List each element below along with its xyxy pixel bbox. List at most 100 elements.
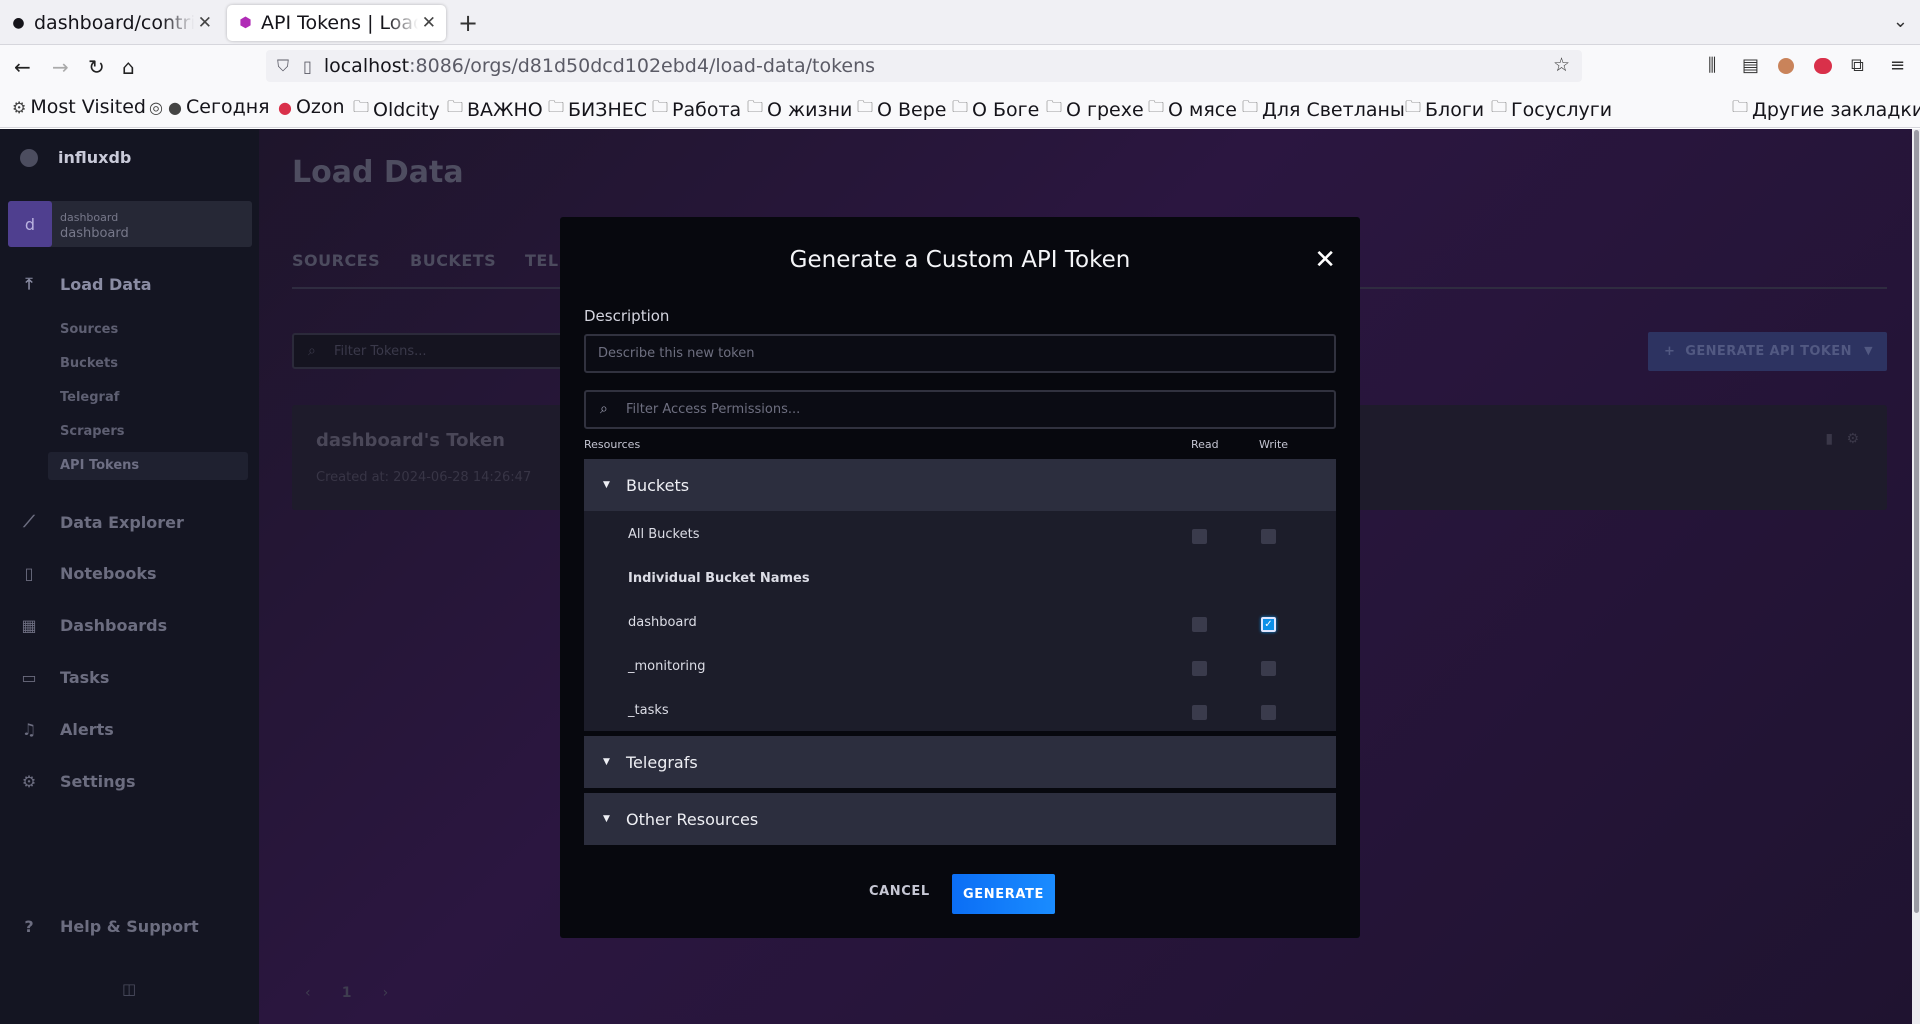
tab-list-chevron-icon[interactable]: ⌄ — [1893, 11, 1908, 32]
sidebar-item-label: Tasks — [60, 668, 110, 687]
all-buckets-write-checkbox[interactable] — [1261, 529, 1276, 544]
bookmark-folder[interactable]: 🗀 Для Светланы — [1242, 96, 1405, 123]
filter-tokens-input[interactable]: ⌕ Filter Tokens... — [292, 333, 582, 369]
next-page-icon[interactable]: › — [383, 985, 389, 1001]
bell-icon: ♫ — [21, 720, 37, 739]
other-resources-section-header[interactable]: ▼ Other Resources — [584, 793, 1336, 845]
bucket-write-checkbox[interactable]: ✓ — [1261, 617, 1276, 632]
close-tab-icon[interactable]: ✕ — [198, 13, 212, 33]
browser-tab-github[interactable]: ● dashboard/contrib/ ✕ — [0, 5, 222, 41]
column-write: Write — [1259, 438, 1289, 451]
bucket-write-checkbox[interactable] — [1261, 661, 1276, 676]
tab-buckets[interactable]: BUCKETS — [410, 251, 496, 270]
bookmark-today[interactable]: ◎ ● Сегодня — [149, 96, 270, 118]
bookmark-ozon[interactable]: ● Ozon — [278, 96, 345, 118]
bookmark-folder[interactable]: 🗀 Работа — [652, 96, 741, 123]
gear-icon: ⚙ — [12, 97, 27, 117]
page-icon: ▯ — [303, 56, 312, 76]
sidebar-item-load-data[interactable]: ⤒ Load Data — [20, 274, 151, 294]
bucket-read-checkbox[interactable] — [1192, 617, 1207, 632]
tab-sources[interactable]: SOURCES — [292, 251, 380, 270]
filter-permissions-field[interactable]: ⌕ — [584, 390, 1336, 429]
bookmark-folder[interactable]: 🗀 О мясе — [1148, 96, 1237, 123]
cancel-button[interactable]: CANCEL — [869, 884, 930, 899]
bucket-row-label: _monitoring — [628, 659, 706, 674]
adblock-extension-icon[interactable] — [1814, 58, 1832, 74]
org-switcher[interactable]: d dashboard dashboard — [8, 201, 252, 247]
bookmark-folder[interactable]: 🗀 О грехе — [1046, 96, 1144, 123]
bucket-read-checkbox[interactable] — [1192, 661, 1207, 676]
buckets-section-header[interactable]: ▼ Buckets — [584, 459, 1336, 511]
bookmark-label: Госуслуги — [1511, 98, 1613, 121]
token-name[interactable]: dashboard's Token — [316, 430, 505, 451]
sidebar-sub-scrapers[interactable]: Scrapers — [60, 424, 125, 439]
sidebar-item-help[interactable]: ? Help & Support — [20, 917, 198, 936]
bookmark-folder[interactable]: 🗀 ВАЖНО — [447, 96, 543, 123]
close-tab-icon[interactable]: ✕ — [422, 13, 436, 33]
sidebar-item-label: Data Explorer — [60, 512, 184, 532]
generate-button[interactable]: GENERATE — [952, 874, 1055, 914]
created-text: Created at: 2024-06-28 14:26:47 — [316, 470, 532, 485]
shield-icon[interactable]: ⛉ — [277, 56, 289, 76]
other-bookmarks[interactable]: 🗀 Другие закладки — [1732, 96, 1920, 123]
bucket-read-checkbox[interactable] — [1192, 705, 1207, 720]
sidebar-item-data-explorer[interactable]: ⟋ Data Explorer — [20, 512, 184, 532]
filter-permissions-input[interactable] — [626, 392, 1326, 427]
library-icon[interactable]: ⫼ — [1708, 55, 1716, 76]
sidebar-item-settings[interactable]: ⚙ Settings — [20, 772, 136, 791]
bookmark-folder[interactable]: 🗀 Блоги — [1405, 96, 1484, 123]
bucket-write-checkbox[interactable] — [1261, 705, 1276, 720]
all-buckets-read-checkbox[interactable] — [1192, 529, 1207, 544]
folder-icon: 🗀 — [747, 97, 764, 116]
sidebar-toggle-icon[interactable]: ▤ — [1742, 55, 1759, 76]
forward-arrow-icon[interactable]: → — [52, 55, 69, 79]
page-scrollbar[interactable] — [1912, 129, 1920, 1024]
page-number[interactable]: 1 — [342, 985, 352, 1001]
sidebar-item-dashboards[interactable]: ▦ Dashboards — [20, 616, 167, 635]
bookmark-folder[interactable]: 🗀 О Вере — [857, 96, 946, 123]
bookmark-folder[interactable]: 🗀 Oldcity — [353, 96, 440, 123]
org-user: dashboard — [60, 211, 119, 224]
trash-icon[interactable]: ▮ — [1825, 431, 1833, 447]
bookmark-folder[interactable]: 🗀 О Боге — [952, 96, 1039, 123]
bookmark-label: ВАЖНО — [467, 98, 543, 121]
gear-icon[interactable]: ⚙ — [1846, 431, 1859, 447]
account-avatar[interactable] — [1778, 58, 1794, 74]
bookmark-folder[interactable]: 🗀 Госуслуги — [1491, 96, 1612, 123]
section-title: Buckets — [626, 475, 690, 495]
sidebar-item-tasks[interactable]: ▭ Tasks — [20, 668, 109, 687]
bookmark-star-icon[interactable]: ☆ — [1553, 54, 1570, 76]
influxdb-logo[interactable]: influxdb — [20, 148, 131, 167]
sidebar-sub-buckets[interactable]: Buckets — [60, 356, 118, 371]
menu-icon[interactable]: ≡ — [1890, 55, 1905, 76]
scrollbar-thumb[interactable] — [1914, 130, 1919, 913]
generate-api-token-button[interactable]: + GENERATE API TOKEN ▼ — [1648, 332, 1887, 371]
sidebar-sub-telegraf[interactable]: Telegraf — [60, 390, 119, 405]
sidebar-item-alerts[interactable]: ♫ Alerts — [20, 720, 114, 739]
url-bar[interactable]: ⛉ ▯ localhost:8086/orgs/d81d50dcd102ebd4… — [266, 50, 1582, 82]
bookmark-folder[interactable]: 🗀 О жизни — [747, 96, 852, 123]
close-icon[interactable]: ✕ — [1314, 247, 1336, 273]
telegrafs-section-header[interactable]: ▼ Telegrafs — [584, 736, 1336, 788]
sidebar-sub-api-tokens[interactable]: API Tokens — [60, 458, 139, 473]
bookmark-most-visited[interactable]: ⚙ Most Visited — [12, 96, 146, 118]
search-icon: ⌕ — [308, 343, 316, 359]
bookmarks-bar: ⚙ Most Visited ◎ ● Сегодня ● Ozon 🗀 Oldcity … — [0, 88, 1920, 128]
extensions-icon[interactable]: ⧉ — [1851, 55, 1864, 76]
prev-page-icon[interactable]: ‹ — [305, 985, 311, 1001]
page-title: Load Data — [292, 155, 464, 190]
bucket-row-label: dashboard — [628, 615, 697, 630]
new-tab-icon[interactable]: + — [458, 9, 478, 37]
dashboard-icon: ▦ — [21, 616, 37, 635]
collapse-sidebar-icon[interactable]: ◫ — [122, 980, 136, 998]
bookmark-folder[interactable]: 🗀 БИЗНЕС — [548, 96, 647, 123]
sidebar-sub-sources[interactable]: Sources — [60, 322, 118, 337]
tab-title: dashboard/contrib/ — [34, 12, 194, 34]
browser-tab-api-tokens[interactable]: ⬢ API Tokens | Load D ✕ — [227, 5, 446, 41]
url-path: :8086/orgs/d81d50dcd102ebd4/load-data/to… — [409, 55, 876, 77]
reload-icon[interactable]: ↻ — [88, 55, 105, 79]
sidebar-item-notebooks[interactable]: ▯ Notebooks — [20, 564, 157, 583]
home-icon[interactable]: ⌂ — [122, 55, 135, 79]
description-input[interactable] — [584, 334, 1336, 373]
back-arrow-icon[interactable]: ← — [14, 55, 31, 79]
